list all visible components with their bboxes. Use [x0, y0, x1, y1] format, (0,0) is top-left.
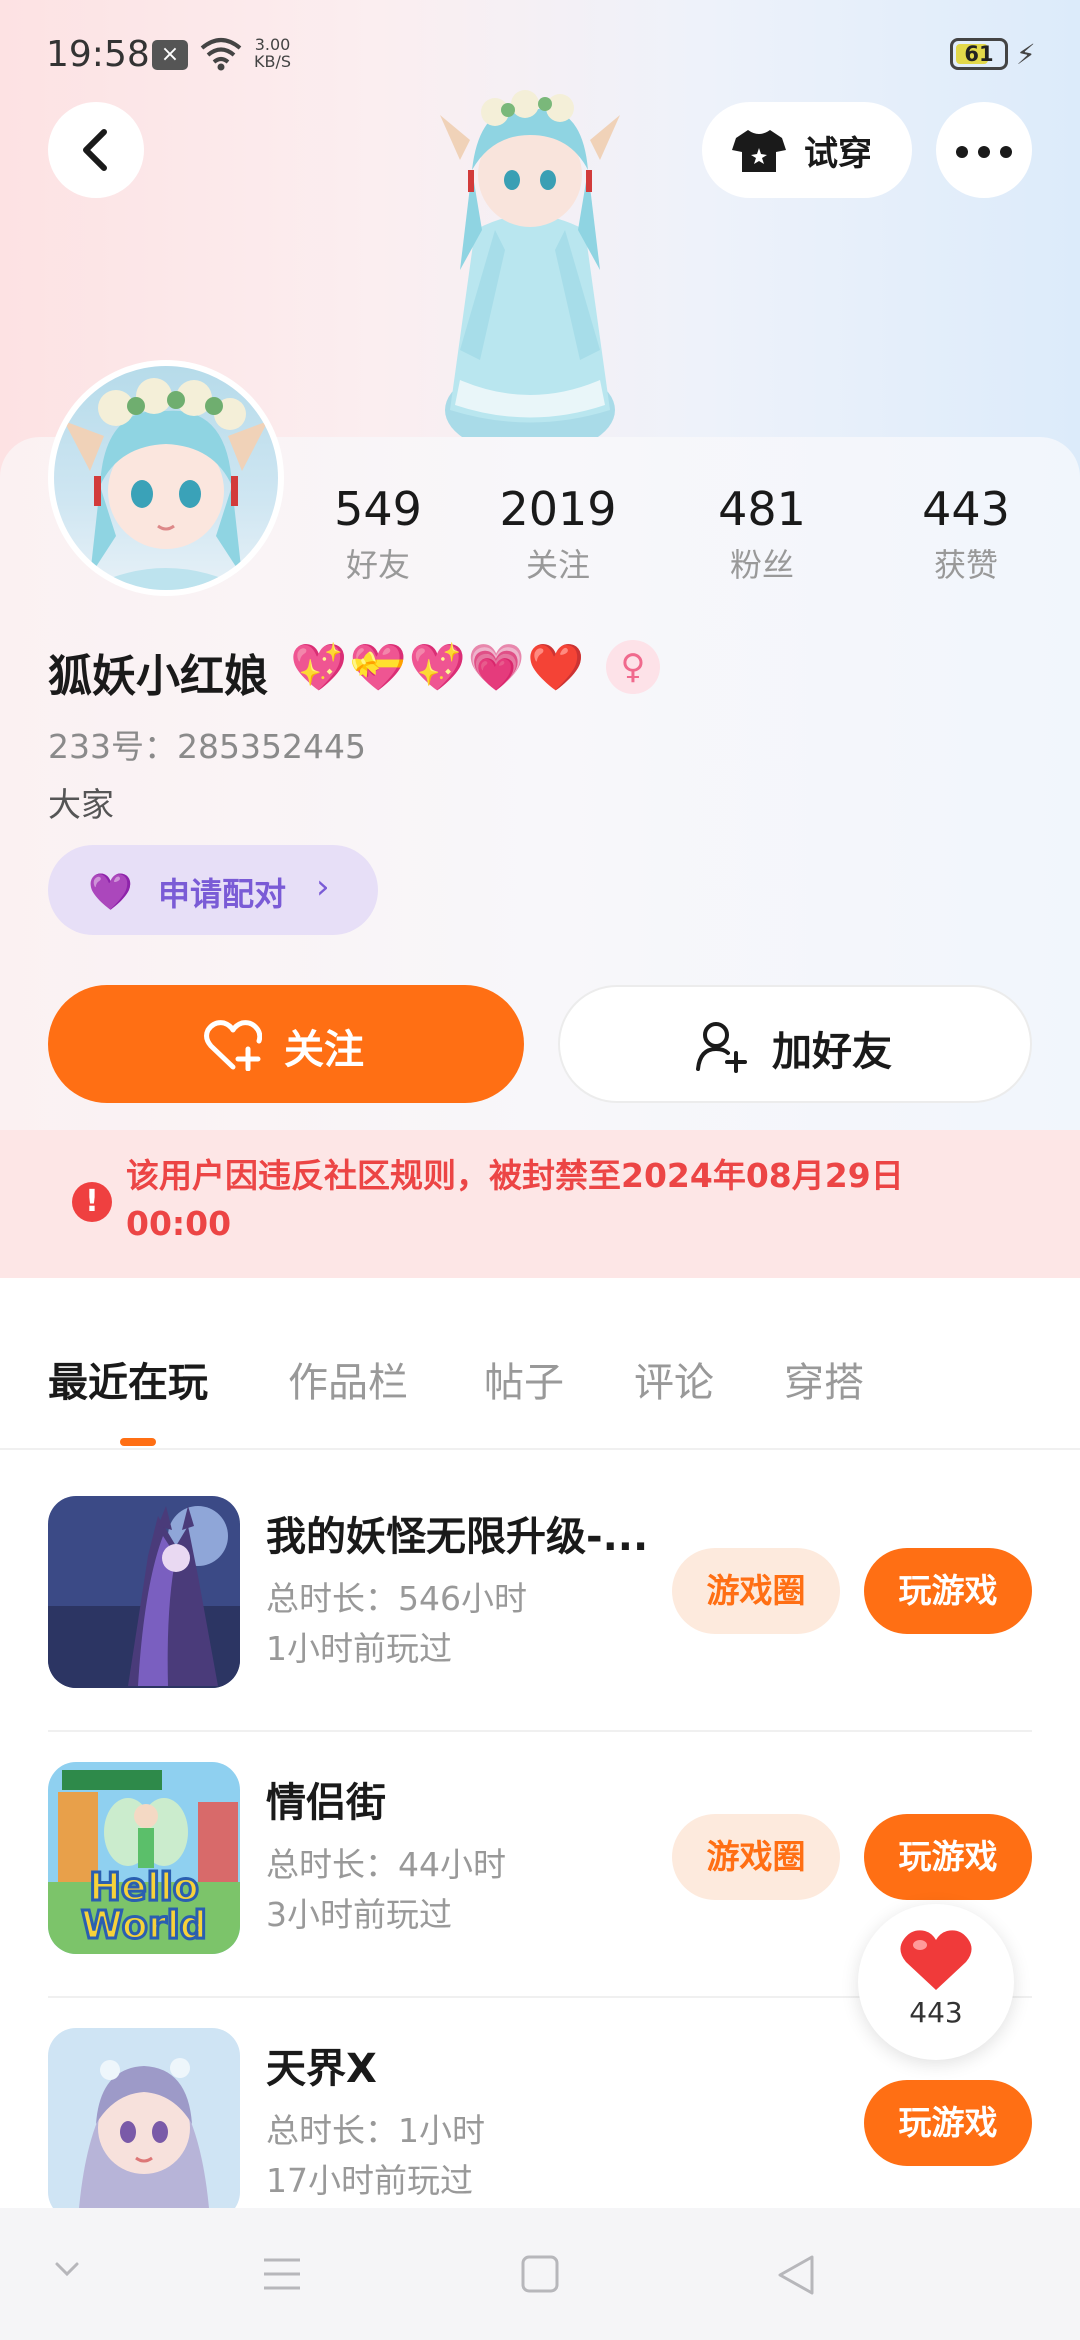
tab-divider: [0, 1448, 1080, 1450]
user-id: 233号：285352445: [48, 727, 366, 766]
more-dots-icon: [978, 146, 990, 158]
chevron-down-icon[interactable]: [52, 2254, 82, 2284]
charging-bolt-icon: ⚡: [1016, 38, 1036, 71]
more-dots-icon: [956, 146, 968, 158]
avatar-image: [54, 366, 278, 590]
wifi-icon: [200, 38, 242, 71]
status-time: 19:58: [46, 34, 150, 75]
add-friend-button[interactable]: 加好友: [558, 985, 1032, 1103]
try-on-button[interactable]: 试穿: [702, 102, 912, 198]
double-heart-icon: 💜: [88, 872, 133, 913]
stat-likes[interactable]: 443 获赞: [886, 482, 1046, 586]
add-friend-label: 加好友: [772, 1029, 892, 1075]
user-bio: 大家: [48, 785, 114, 824]
game-cover-image: [48, 2028, 240, 2220]
hello-world-logo-text: World: [81, 1903, 207, 1947]
like-count: 443: [909, 1996, 963, 2029]
follow-button[interactable]: 关注: [48, 985, 524, 1103]
ban-notice: ! 该用户因违反社区规则，被封禁至2024年08月29日 00:00: [0, 1130, 1080, 1278]
try-on-label: 试穿: [804, 134, 872, 174]
female-gender-icon: ♀: [606, 640, 660, 694]
game-title: 情侣街: [266, 1780, 386, 1826]
username-heart-emojis: 💖💝💖💗❤️: [290, 640, 587, 694]
notification-x-icon: ×: [152, 40, 188, 70]
game-circle-button[interactable]: 游戏圈: [672, 1548, 840, 1634]
character-figure-image: [440, 90, 620, 440]
tab-outfits[interactable]: 穿搭: [784, 1350, 864, 1408]
username: 狐妖小红娘: [48, 651, 268, 702]
request-pairing-button[interactable]: 💜 申请配对 ›: [48, 845, 378, 935]
system-navigation-bar: [0, 2208, 1080, 2340]
chevron-left-icon: [83, 129, 107, 171]
ban-notice-text: 该用户因违反社区规则，被封禁至2024年08月29日 00:00: [126, 1156, 904, 1243]
stat-fans-value: 481: [718, 482, 806, 536]
heart-icon: [900, 1930, 972, 1990]
game-total-duration: 总时长：44小时: [266, 1845, 506, 1884]
active-tab-indicator: [120, 1438, 156, 1446]
more-dots-icon: [1000, 146, 1012, 158]
back-triangle-icon[interactable]: [776, 2254, 816, 2296]
tab-comments[interactable]: 评论: [634, 1350, 714, 1408]
chevron-right-icon: ›: [316, 867, 330, 907]
game-thumbnail[interactable]: [48, 1496, 240, 1688]
back-button[interactable]: [48, 102, 144, 198]
play-game-button[interactable]: 玩游戏: [864, 1548, 1032, 1634]
game-last-played: 1小时前玩过: [266, 1629, 452, 1668]
play-game-button[interactable]: 玩游戏: [864, 2080, 1032, 2166]
avatar[interactable]: [48, 360, 284, 596]
game-thumbnail[interactable]: [48, 2028, 240, 2220]
tab-recently-played[interactable]: 最近在玩: [48, 1350, 208, 1408]
stat-following[interactable]: 2019 关注: [478, 482, 638, 586]
stat-likes-value: 443: [922, 482, 1010, 536]
stat-friends-value: 549: [334, 482, 422, 536]
game-cover-image: [48, 1496, 240, 1688]
more-options-button[interactable]: [936, 102, 1032, 198]
network-speed-value: 3.00: [254, 35, 291, 54]
heart-plus-icon: [204, 1020, 262, 1071]
game-total-duration: 总时长：1小时: [266, 2111, 485, 2150]
play-game-button[interactable]: 玩游戏: [864, 1814, 1032, 1900]
stat-likes-label: 获赞: [933, 546, 998, 584]
stat-following-value: 2019: [499, 482, 617, 536]
home-square-icon[interactable]: [520, 2254, 560, 2294]
tshirt-icon: [732, 130, 786, 172]
game-thumbnail[interactable]: Hello World: [48, 1762, 240, 1954]
game-title: 天界X: [266, 2046, 377, 2092]
network-speed: 3.00 KB/S: [254, 36, 291, 70]
like-float-button[interactable]: 443: [858, 1904, 1014, 2060]
stat-fans-label: 粉丝: [729, 546, 794, 584]
game-circle-button[interactable]: 游戏圈: [672, 1814, 840, 1900]
game-total-duration: 总时长：546小时: [266, 1579, 527, 1618]
game-title: 我的妖怪无限升级-...: [266, 1514, 649, 1560]
battery-icon: 61: [950, 38, 1008, 70]
person-add-icon: [696, 1022, 747, 1073]
stat-following-label: 关注: [525, 546, 590, 584]
menu-icon[interactable]: [262, 2254, 302, 2294]
follow-label: 关注: [284, 1027, 364, 1073]
request-pairing-label: 申请配对: [158, 875, 287, 913]
stat-friends-label: 好友: [345, 546, 410, 584]
tab-posts[interactable]: 帖子: [484, 1350, 564, 1408]
game-last-played: 3小时前玩过: [266, 1895, 452, 1934]
stat-fans[interactable]: 481 粉丝: [682, 482, 842, 586]
avatar-illustration: [64, 378, 268, 590]
network-speed-unit: KB/S: [254, 52, 292, 71]
game-last-played: 17小时前玩过: [266, 2161, 473, 2200]
game-cover-image: Hello World: [48, 1762, 240, 1954]
exclamation-icon: !: [72, 1182, 112, 1222]
game-row[interactable]: 我的妖怪无限升级-... 总时长：546小时 1小时前玩过 游戏圈 玩游戏: [0, 1466, 1080, 1732]
stat-friends[interactable]: 549 好友: [298, 482, 458, 586]
tab-works[interactable]: 作品栏: [288, 1350, 408, 1408]
battery-level: 61: [964, 42, 994, 66]
